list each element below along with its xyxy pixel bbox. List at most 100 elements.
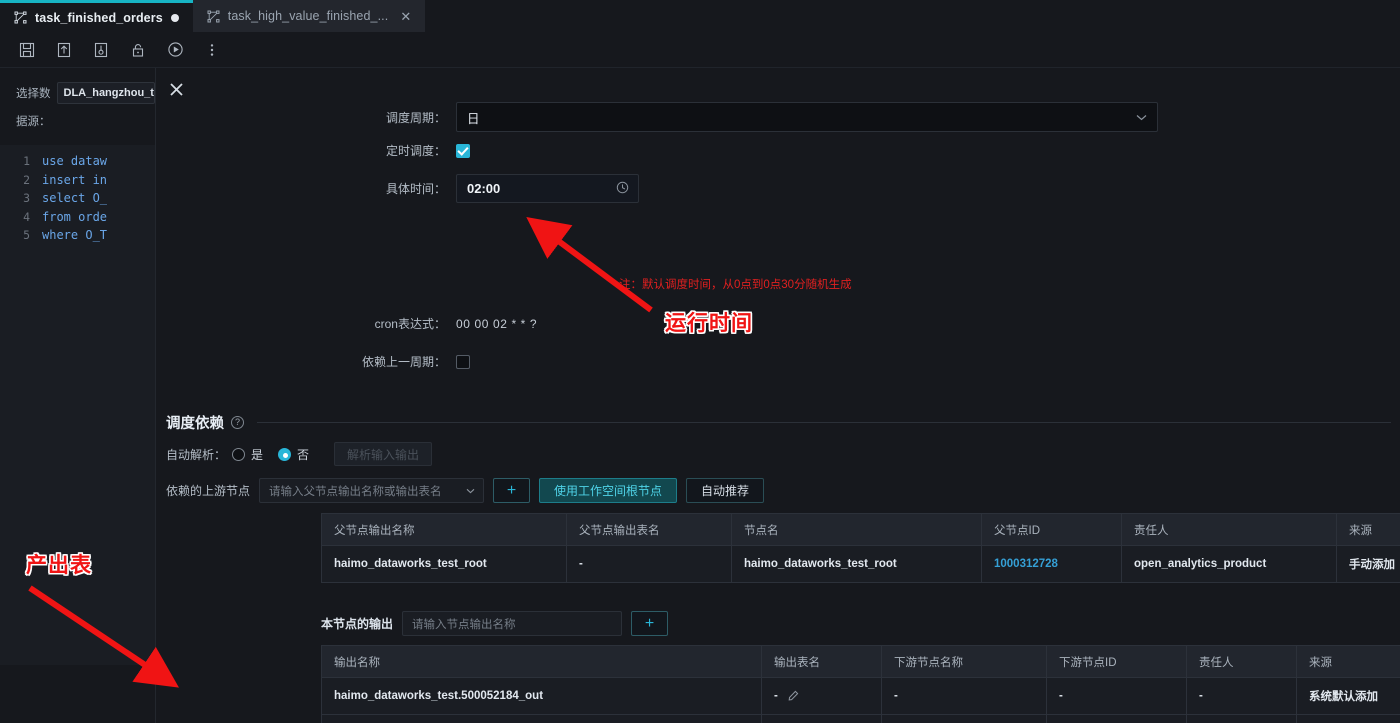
timed-schedule-row: 定时调度： — [156, 142, 1400, 159]
autoparse-radio-yes[interactable] — [232, 447, 246, 461]
line-code: select O_ — [42, 191, 108, 206]
col-output-name: 输出名称 — [321, 645, 762, 678]
dataworks-app: task_finished_orders task_high_value_fin… — [0, 0, 1400, 723]
add-output-button[interactable]: + — [631, 611, 669, 636]
schedule-period-label: 调度周期： — [385, 110, 446, 125]
line-number: 5 — [23, 228, 30, 243]
help-icon[interactable]: ? — [231, 416, 244, 429]
upstream-node-select[interactable]: 请输入父节点输出名称或输出表名 — [259, 478, 485, 503]
col-node-name: 节点名 — [731, 513, 982, 546]
col-downstream-node-name: 下游节点名称 — [881, 645, 1047, 678]
chevron-down-icon — [466, 485, 475, 497]
table-header-row: 父节点输出名称 父节点输出表名 节点名 父节点ID 责任人 来源 操作 — [321, 513, 1400, 546]
chevron-down-icon — [1136, 110, 1147, 124]
node-output-row: 本节点的输出 请输入节点输出名称 + — [321, 611, 669, 636]
node-output-table: 输出名称 输出表名 下游节点名称 下游节点ID 责任人 来源 操作 haimo_… — [321, 645, 1400, 723]
clock-icon[interactable] — [616, 181, 629, 197]
datasource-input[interactable]: DLA_hangzhou_t — [56, 82, 155, 104]
dependency-section-title: 调度依赖 — [166, 416, 224, 432]
cell-parent-output-name: haimo_dataworks_test_root — [321, 545, 567, 583]
specific-time-input[interactable]: 02:00 — [456, 174, 639, 203]
dependency-section-header: 调度依赖 ? — [166, 412, 1391, 433]
col-output-table-name: 输出表名 — [761, 645, 882, 678]
node-icon — [14, 11, 27, 24]
cell-owner: open_analytics_product — [1121, 545, 1337, 583]
code-line: 1 use dataw — [0, 152, 155, 171]
line-number: 1 — [23, 154, 30, 169]
line-code: use dataw — [42, 154, 108, 169]
version-icon[interactable] — [86, 37, 116, 63]
more-icon[interactable] — [197, 37, 227, 63]
timed-schedule-checkbox[interactable] — [456, 143, 470, 158]
depend-prev-period-checkbox[interactable] — [456, 354, 470, 369]
tab-label: task_finished_orders — [35, 10, 163, 25]
col-source: 来源 — [1336, 513, 1400, 546]
line-code: insert in — [42, 172, 108, 187]
depend-prev-period-row: 依赖上一周期： — [156, 353, 1400, 370]
table-row: haimo_dataworks_test_root - haimo_datawo… — [321, 545, 1400, 583]
use-workspace-root-button[interactable]: 使用工作空间根节点 — [539, 478, 678, 503]
cron-value: 00 00 02 * * ? — [456, 316, 538, 331]
schedule-properties-panel: 调度周期： 日 定时调度： 具体时间： 02:00 注：默认调度时间，从0点到0… — [155, 68, 1400, 723]
cell-downstream-node-id: - — [1046, 714, 1187, 723]
col-parent-output-table: 父节点输出表名 — [566, 513, 732, 546]
cell-node-name: haimo_dataworks_test_root — [731, 545, 982, 583]
sql-code-editor[interactable]: 1 use dataw 2 insert in 3 select O_ 4 fr… — [0, 145, 155, 665]
tab-bar: task_finished_orders task_high_value_fin… — [0, 0, 1400, 32]
run-icon[interactable] — [160, 37, 190, 63]
autoparse-radio-no[interactable] — [278, 447, 292, 461]
upstream-node-label: 依赖的上游节点 — [166, 484, 251, 498]
col-parent-output-name: 父节点输出名称 — [321, 513, 567, 546]
autoparse-no-label: 否 — [297, 447, 310, 462]
tab-task-high-value-finished[interactable]: task_high_value_finished_... ✕ — [192, 0, 426, 32]
line-code: from orde — [42, 209, 108, 224]
specific-time-row: 具体时间： 02:00 — [156, 174, 1400, 203]
code-line: 3 select O_ — [0, 189, 155, 208]
schedule-period-select[interactable]: 日 — [456, 102, 1158, 132]
specific-time-label: 具体时间： — [385, 182, 446, 196]
submit-icon[interactable] — [49, 37, 79, 63]
datasource-label: 选择数 — [16, 88, 51, 100]
close-icon[interactable]: ✕ — [400, 10, 411, 23]
line-number: 4 — [23, 209, 30, 224]
code-line: 5 where O_T — [0, 226, 155, 245]
cell-downstream-node-name: - — [881, 677, 1047, 715]
code-line: 4 from orde — [0, 208, 155, 227]
editor-toolbar — [0, 32, 1400, 68]
output-table-text: - — [774, 690, 778, 702]
autoparse-label: 自动解析： — [166, 447, 227, 462]
cell-output-name: haimo_dataworks_test.500052184_out — [321, 677, 762, 715]
upstream-node-placeholder: 请输入父节点输出名称或输出表名 — [269, 485, 442, 498]
upstream-dependency-table: 父节点输出名称 父节点输出表名 节点名 父节点ID 责任人 来源 操作 haim… — [321, 513, 1400, 583]
cell-source: 手动添加 — [1336, 545, 1400, 583]
edit-icon[interactable] — [788, 690, 799, 701]
code-line: 2 insert in — [0, 171, 155, 190]
schedule-period-value: 日 — [467, 111, 480, 126]
node-output-input[interactable]: 请输入节点输出名称 — [402, 611, 623, 636]
cell-source: 手动添加 — [1296, 714, 1400, 723]
line-number: 3 — [23, 191, 30, 206]
specific-time-value: 02:00 — [467, 181, 501, 196]
cell-downstream-node-name: - — [881, 714, 1047, 723]
output-name-text: haimo_dataworks_test.500052184_out — [334, 690, 544, 702]
tab-task-finished-orders[interactable]: task_finished_orders — [0, 0, 193, 32]
col-owner: 责任人 — [1186, 645, 1297, 678]
add-upstream-button[interactable]: + — [493, 478, 531, 503]
editor-pane: 选择数 DLA_hangzhou_t 据源： 1 use dataw 2 ins… — [0, 68, 155, 723]
cell-output-name: haimo_dataworks_test.task_finished_order… — [321, 714, 762, 723]
col-downstream-node-id: 下游节点ID — [1046, 645, 1187, 678]
save-icon[interactable] — [12, 37, 42, 63]
timed-schedule-label: 定时调度： — [385, 144, 446, 158]
unsaved-dot-icon — [170, 13, 179, 22]
auto-recommend-button[interactable]: 自动推荐 — [686, 478, 765, 503]
section-divider — [257, 422, 1391, 423]
cell-source: 系统默认添加 — [1296, 677, 1400, 715]
schedule-note: 注：默认调度时间，从0点到0点30分随机生成 — [619, 279, 852, 291]
lock-icon[interactable] — [123, 37, 153, 63]
col-parent-node-id: 父节点ID — [981, 513, 1122, 546]
depend-prev-period-label: 依赖上一周期： — [361, 355, 446, 369]
cell-parent-output-table: - — [566, 545, 732, 583]
cell-parent-node-id[interactable]: 1000312728 — [981, 545, 1122, 583]
parse-io-button: 解析输入输出 — [334, 442, 433, 466]
cron-row: cron表达式： 00 00 02 * * ? — [156, 315, 1400, 332]
